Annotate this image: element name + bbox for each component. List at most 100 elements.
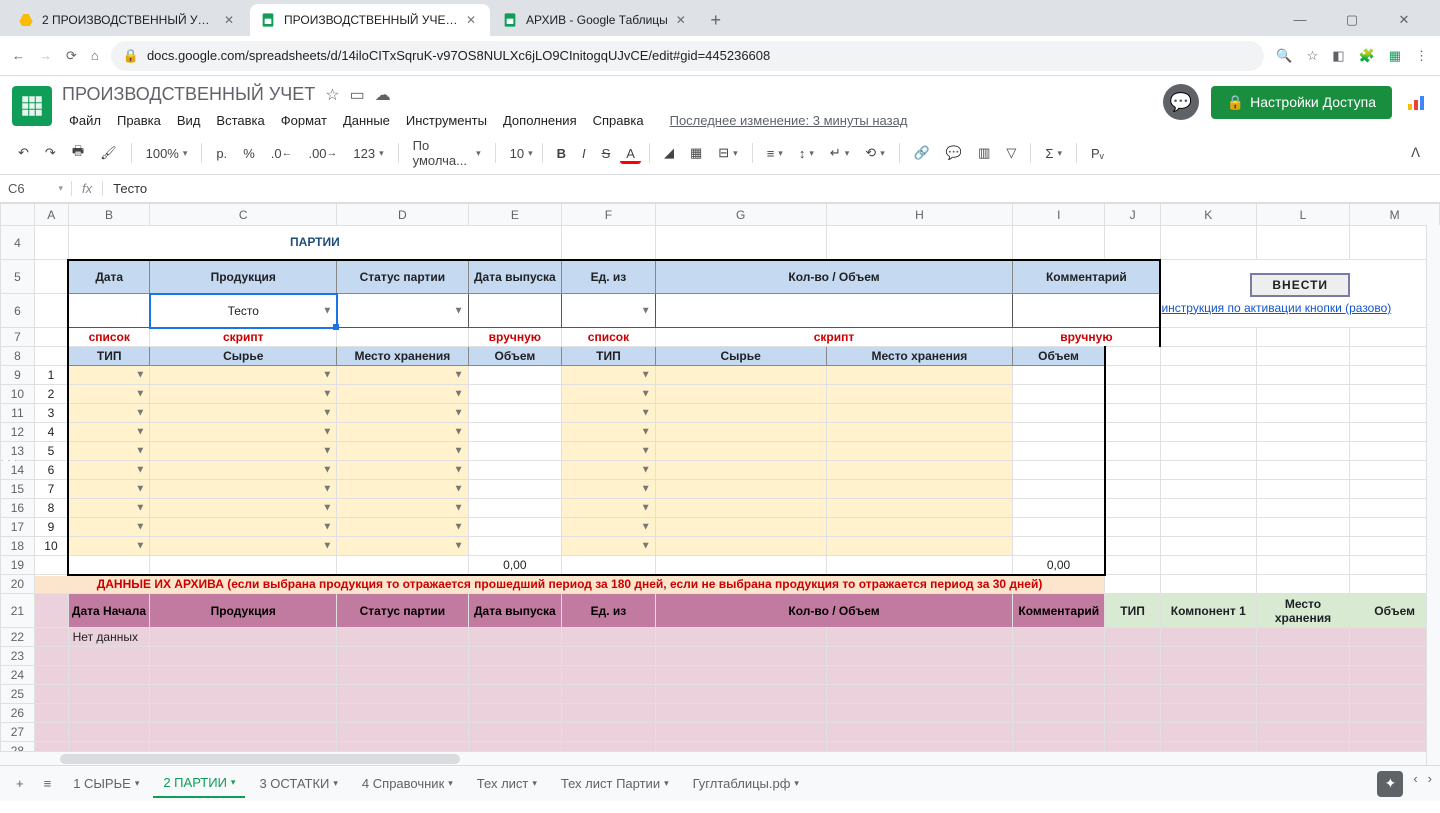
chat-icon[interactable]: 💬 [1163, 84, 1199, 120]
chart-icon[interactable]: ▥ [972, 141, 996, 165]
strikethrough-button[interactable]: S [596, 142, 617, 165]
sheet-tab[interactable]: Гуглтаблицы.рф▾ [683, 770, 809, 797]
redo-icon[interactable]: ↷ [39, 141, 62, 165]
unit-dropdown[interactable]: ▼ [562, 294, 656, 328]
menu-tools[interactable]: Инструменты [399, 109, 494, 132]
home-icon[interactable]: ⌂ [91, 48, 99, 64]
collapse-toolbar-icon[interactable]: ᐱ [1403, 141, 1428, 165]
borders-icon[interactable]: ▦ [684, 141, 708, 165]
valign-dropdown[interactable]: ↕ [793, 144, 820, 163]
menu-help[interactable]: Справка [586, 109, 651, 132]
instruction-link[interactable]: инструкция по активации кнопки (разово) [1161, 301, 1439, 315]
italic-button[interactable]: I [576, 142, 592, 165]
text-color-button[interactable]: A [620, 142, 641, 164]
close-window-icon[interactable]: ✕ [1384, 12, 1424, 28]
col-header[interactable]: M [1350, 204, 1440, 226]
last-edit-link[interactable]: Последнее изменение: 3 минуты назад [663, 109, 915, 132]
all-sheets-button[interactable]: ≡ [36, 772, 60, 795]
sheet-tab[interactable]: 2 ПАРТИИ▾ [153, 769, 245, 798]
zoom-dropdown[interactable]: 100% [140, 144, 194, 163]
sheet-tab[interactable]: Тех лист Партии▾ [551, 770, 679, 797]
col-header[interactable]: F [562, 204, 656, 226]
col-header[interactable]: G [655, 204, 826, 226]
fill-color-icon[interactable]: ◢ [658, 141, 680, 165]
font-dropdown[interactable]: По умолча... [407, 136, 487, 170]
date-cell[interactable] [68, 294, 150, 328]
percent-button[interactable]: % [237, 142, 261, 165]
minimize-icon[interactable]: — [1280, 12, 1320, 28]
select-all-corner[interactable] [1, 204, 35, 226]
share-button[interactable]: 🔒 Настройки Доступа [1211, 86, 1392, 119]
decrease-decimal-icon[interactable]: .0← [265, 142, 299, 165]
paint-format-icon[interactable]: 🖌 [94, 141, 123, 165]
col-header[interactable]: L [1256, 204, 1350, 226]
link-icon[interactable]: 🔗 [908, 141, 936, 165]
functions-dropdown[interactable]: Σ [1039, 144, 1068, 163]
vertical-scrollbar[interactable] [1426, 225, 1440, 765]
merge-dropdown[interactable]: ⊟ [712, 143, 743, 163]
increase-decimal-icon[interactable]: .00→ [302, 142, 343, 165]
doc-title[interactable]: ПРОИЗВОДСТВЕННЫЙ УЧЕТ [62, 84, 315, 105]
close-icon[interactable]: ✕ [676, 13, 690, 27]
browser-tab[interactable]: ПРОИЗВОДСТВЕННЫЙ УЧЕТ - G ✕ [250, 4, 490, 36]
browser-tab[interactable]: 2 ПРОИЗВОДСТВЕННЫЙ УЧЕТ - ✕ [8, 4, 248, 36]
status-dropdown[interactable]: ▼ [337, 294, 468, 328]
close-icon[interactable]: ✕ [466, 13, 480, 27]
col-header[interactable]: I [1013, 204, 1105, 226]
halign-dropdown[interactable]: ≡ [761, 144, 789, 163]
account-icon[interactable] [1404, 90, 1428, 114]
bold-button[interactable]: B [551, 142, 572, 165]
col-header[interactable]: D [337, 204, 468, 226]
name-box[interactable]: C6 [0, 181, 72, 196]
sheets-ext-icon[interactable]: ▦ [1389, 48, 1401, 64]
cloud-icon[interactable]: ☁ [375, 85, 391, 105]
explore-button[interactable]: ✦ [1377, 771, 1403, 797]
comment-icon[interactable]: 💬 [940, 141, 968, 165]
forward-icon[interactable]: → [39, 48, 52, 64]
new-tab-button[interactable]: + [702, 6, 730, 34]
back-icon[interactable]: ← [12, 48, 25, 64]
print-icon[interactable]: 🖶 [66, 138, 90, 168]
star-icon[interactable]: ☆ [325, 85, 339, 105]
close-icon[interactable]: ✕ [224, 13, 238, 27]
browser-tab[interactable]: АРХИВ - Google Таблицы ✕ [492, 4, 700, 36]
font-size-dropdown[interactable]: 10 [504, 144, 534, 163]
search-page-icon[interactable]: 🔍 [1276, 48, 1292, 64]
menu-format[interactable]: Формат [274, 109, 334, 132]
currency-button[interactable]: p. [210, 142, 233, 165]
add-sheet-button[interactable]: + [8, 772, 32, 795]
col-header[interactable]: H [826, 204, 1013, 226]
reload-icon[interactable]: ⟳ [66, 48, 77, 64]
star-icon[interactable]: ☆ [1307, 48, 1319, 64]
undo-icon[interactable]: ↶ [12, 141, 35, 165]
sheet-tab[interactable]: 4 Справочник▾ [352, 770, 463, 797]
number-format-dropdown[interactable]: 123 [347, 144, 389, 163]
sheet-tab[interactable]: 3 ОСТАТКИ▾ [249, 770, 347, 797]
menu-insert[interactable]: Вставка [209, 109, 271, 132]
url-input[interactable]: 🔒 docs.google.com/spreadsheets/d/14iloCI… [111, 41, 1265, 71]
sheet-tab[interactable]: Тех лист▾ [467, 770, 547, 797]
sheets-logo-icon[interactable] [12, 86, 52, 126]
rotate-dropdown[interactable]: ⟲ [859, 143, 890, 163]
col-header[interactable]: B [68, 204, 150, 226]
row-header[interactable]: 4 [1, 226, 35, 260]
move-icon[interactable]: ▭ [350, 85, 365, 105]
spreadsheet-grid[interactable]: + A B C D E F G H I J K L M 4 ПАРТИИ 5 [0, 203, 1440, 765]
menu-edit[interactable]: Правка [110, 109, 168, 132]
wrap-dropdown[interactable]: ↵ [824, 143, 855, 163]
menu-icon[interactable]: ⋮ [1415, 48, 1428, 64]
menu-file[interactable]: Файл [62, 109, 108, 132]
horizontal-scrollbar[interactable] [0, 751, 1426, 765]
scroll-right-icon[interactable]: › [1428, 771, 1432, 797]
col-header[interactable]: A [34, 204, 68, 226]
menu-addons[interactable]: Дополнения [496, 109, 584, 132]
vnesti-button[interactable]: ВНЕСТИ [1250, 273, 1350, 297]
col-header[interactable]: C [150, 204, 337, 226]
filter-icon[interactable]: ▽ [1000, 141, 1022, 165]
extension-icon[interactable]: ◧ [1332, 48, 1344, 64]
col-header[interactable]: K [1160, 204, 1256, 226]
scroll-left-icon[interactable]: ‹ [1413, 771, 1417, 797]
sheet-tab[interactable]: 1 СЫРЬЕ▾ [63, 770, 149, 797]
formula-input[interactable]: Тесто [103, 181, 1440, 196]
menu-data[interactable]: Данные [336, 109, 397, 132]
